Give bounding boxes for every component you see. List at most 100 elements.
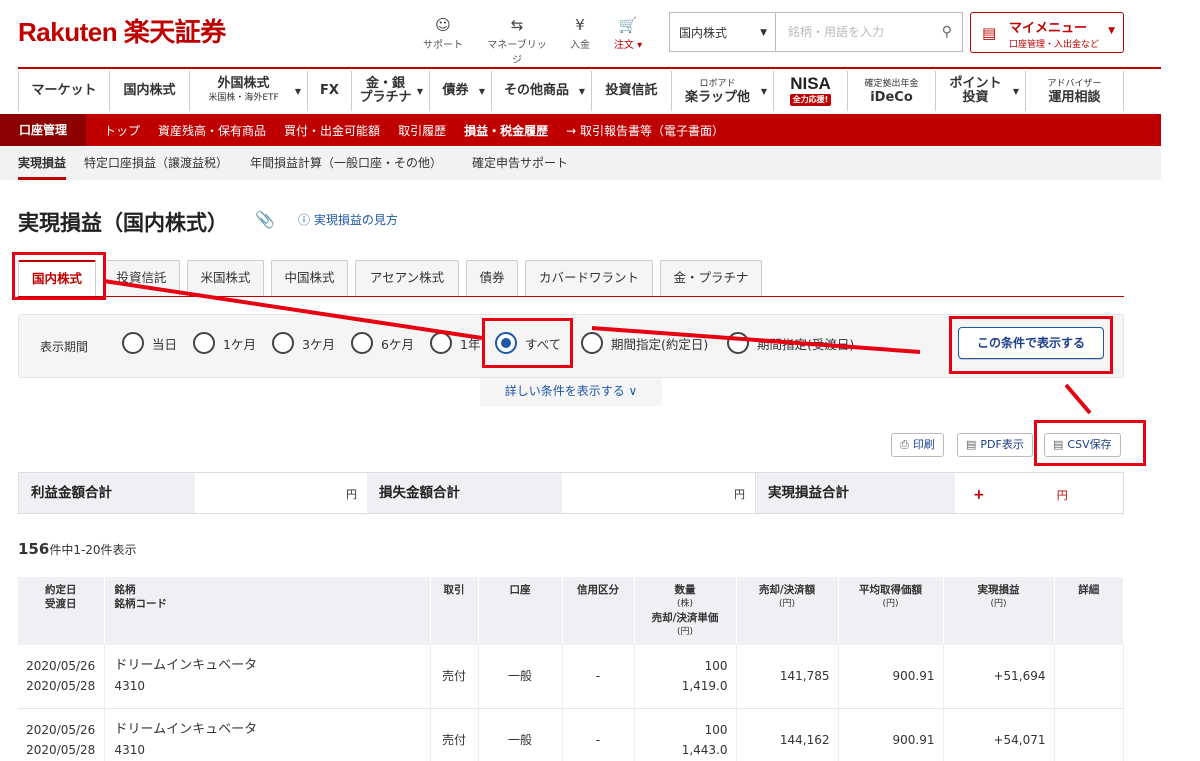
- print-button[interactable]: ⎙ 印刷: [891, 433, 944, 457]
- chevron-down-icon: ▼: [1012, 87, 1019, 96]
- pdf-file-icon: ▤: [966, 438, 977, 451]
- nav-ideco-sub: iDeCo: [870, 90, 913, 105]
- nav-mutual-funds[interactable]: 投資信託: [592, 71, 672, 111]
- document-icon: ▤: [982, 24, 997, 42]
- subnav-specific-account-pl[interactable]: 特定口座損益（譲渡益税）: [84, 146, 228, 180]
- order-link[interactable]: 🛒 注文 ▾: [598, 14, 658, 51]
- search-category-select[interactable]: 国内株式 ▼: [669, 12, 775, 52]
- nav-robo-advisor[interactable]: ロボアド 楽ラップ他 ▼: [672, 71, 774, 111]
- tab-us-stock[interactable]: 米国株式: [187, 260, 264, 296]
- cell-qty-price: 100 1,419.0: [634, 645, 737, 709]
- realized-pl-table: 約定日 受渡日 銘柄 銘柄コード 取引 口座 信用区分 数量 (株) 売却/決済単価 (円…: [18, 577, 1124, 761]
- security-name[interactable]: ドリームインキュベータ: [115, 720, 430, 740]
- nav-point-sub: 投資: [962, 90, 989, 105]
- nav-advisor[interactable]: アドバイザー 運用相談: [1026, 71, 1124, 111]
- csv-label: CSV保存: [1067, 438, 1112, 451]
- radio-label: すべて: [525, 336, 562, 352]
- search-icon[interactable]: ⚲: [942, 13, 952, 51]
- search-category-value: 国内株式: [679, 26, 728, 40]
- print-label: 印刷: [912, 438, 935, 451]
- nav-robo-label: ロボアド: [699, 79, 736, 89]
- nav-fx[interactable]: FX: [308, 71, 352, 111]
- account-link-reports[interactable]: → 取引報告書等（電子書面）: [566, 122, 724, 139]
- nav-gold-silver[interactable]: 金・銀 プラチナ ▼: [352, 71, 430, 111]
- col-security-code: 銘柄コード: [114, 598, 168, 610]
- radio-range-settle-date[interactable]: 期間指定(受渡日): [727, 332, 854, 354]
- nav-point-invest[interactable]: ポイント 投資 ▼: [936, 71, 1026, 111]
- period-label: 表示期間: [40, 340, 89, 354]
- cell-detail: [1054, 645, 1124, 709]
- realized-total-value: + 円: [955, 473, 1123, 513]
- nav-other-products[interactable]: その他商品 ▼: [492, 71, 592, 111]
- radio-label: 6ケ月: [381, 336, 414, 352]
- tab-domestic-stock[interactable]: 国内株式: [18, 260, 96, 296]
- help-link-label: 実現損益の見方: [313, 213, 398, 227]
- nav-ideco[interactable]: 確定拠出年金 iDeCo: [848, 71, 936, 111]
- subnav-annual-pl[interactable]: 年間損益計算（一般口座・その他）: [250, 146, 442, 180]
- pdf-button[interactable]: ▤ PDF表示: [957, 433, 1033, 457]
- account-link-top[interactable]: トップ: [104, 122, 140, 139]
- show-with-conditions-button[interactable]: この条件で表示する: [958, 327, 1104, 359]
- col-settle-date: 受渡日: [45, 598, 77, 610]
- account-link-buying-power[interactable]: 買付・出金可能額: [284, 122, 380, 139]
- account-link-history[interactable]: 取引履歴: [398, 122, 446, 139]
- csv-save-button[interactable]: ▤ CSV保存: [1044, 433, 1121, 457]
- quantity: 100: [704, 659, 728, 674]
- radio-1month[interactable]: 1ケ月: [193, 332, 256, 354]
- nav-advisor-label: アドバイザー: [1047, 79, 1102, 89]
- cell-credit: -: [562, 645, 635, 709]
- radio-label: 3ケ月: [302, 336, 335, 352]
- col-credit: 信用区分: [562, 577, 635, 645]
- rakuten-logo[interactable]: Rakuten 楽天証券: [18, 17, 226, 47]
- account-link-holdings[interactable]: 資産残高・保有商品: [158, 122, 266, 139]
- subnav-realized-pl[interactable]: 実現損益: [18, 146, 67, 180]
- radio-all[interactable]: すべて: [495, 332, 561, 354]
- subnav-tax-return[interactable]: 確定申告サポート: [472, 146, 568, 180]
- tab-gold-platinum[interactable]: 金・プラチナ: [660, 260, 762, 296]
- pdf-label: PDF表示: [980, 438, 1024, 451]
- settle-date: 2020/05/28: [26, 679, 96, 694]
- realized-sign: +: [973, 487, 985, 503]
- tab-covered-warrant[interactable]: カバードワラント: [525, 260, 653, 296]
- account-nav-bar: 口座管理 トップ 資産残高・保有商品 買付・出金可能額 取引履歴 損益・税金履歴…: [0, 114, 1161, 146]
- my-menu-button[interactable]: ▤ マイメニュー 口座管理・入出金など ▼: [970, 12, 1124, 53]
- col-account: 口座: [478, 577, 563, 645]
- nav-foreign-stock[interactable]: 外国株式 米国株・海外ETF ▼: [190, 71, 308, 111]
- tab-mutual-funds[interactable]: 投資信託: [103, 260, 180, 296]
- chevron-down-icon: ▼: [578, 87, 585, 96]
- account-section-label[interactable]: 口座管理: [0, 114, 87, 146]
- cell-security: ドリームインキュベータ 4310: [104, 645, 431, 709]
- nav-bonds[interactable]: 債券 ▼: [430, 71, 492, 111]
- order-label: 注文 ▾: [613, 40, 643, 51]
- radio-6month[interactable]: 6ケ月: [351, 332, 414, 354]
- cell-dates: 2020/05/26 2020/05/28: [18, 645, 105, 709]
- security-code: 4310: [114, 679, 146, 694]
- col-qty-price: 数量 (株) 売却/決済単価 (円): [634, 577, 737, 645]
- tab-asean-stock[interactable]: アセアン株式: [355, 260, 459, 296]
- radio-1year[interactable]: 1年: [430, 332, 480, 354]
- search-input[interactable]: 銘柄・用語を入力 ⚲: [775, 12, 963, 52]
- show-detail-conditions-link[interactable]: 詳しい条件を表示する ∨: [480, 378, 662, 406]
- summary-bar: 利益金額合計 円 損失金額合計 円 実現損益合計 + 円: [18, 472, 1124, 514]
- col-realized-pl: 実現損益 (円): [943, 577, 1055, 645]
- help-link[interactable]: ⓘ 実現損益の見方: [298, 211, 398, 228]
- paperclip-icon[interactable]: 📎: [255, 210, 275, 229]
- radio-circle-selected: [495, 332, 517, 354]
- nav-market[interactable]: マーケット: [18, 71, 110, 111]
- nav-nisa[interactable]: NISA 全力応援!: [774, 71, 848, 111]
- radio-today[interactable]: 当日: [122, 332, 177, 354]
- account-link-pl-tax[interactable]: 損益・税金履歴: [464, 122, 548, 139]
- support-link[interactable]: ☺ サポート: [413, 14, 473, 51]
- chevron-down-icon: ▼: [760, 28, 767, 38]
- radio-3month[interactable]: 3ケ月: [272, 332, 335, 354]
- money-bridge-link[interactable]: ⇆ マネーブリッジ: [485, 14, 549, 66]
- nav-bonds-label: 債券: [442, 83, 469, 98]
- tab-china-stock[interactable]: 中国株式: [271, 260, 348, 296]
- radio-range-trade-date[interactable]: 期間指定(約定日): [581, 332, 708, 354]
- radio-circle: [272, 332, 294, 354]
- security-name[interactable]: ドリームインキュベータ: [115, 656, 430, 676]
- loss-unit: 円: [734, 488, 745, 501]
- nav-domestic-stock[interactable]: 国内株式: [110, 71, 190, 111]
- bank-icon: ⇆: [510, 16, 524, 34]
- tab-bonds[interactable]: 債券: [466, 260, 518, 296]
